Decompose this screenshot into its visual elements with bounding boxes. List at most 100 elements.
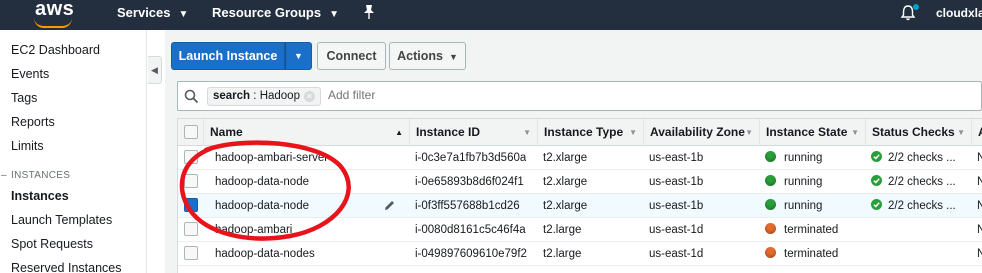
row-checkbox[interactable] — [184, 150, 198, 164]
add-filter-input[interactable] — [328, 88, 628, 102]
edit-icon[interactable] — [383, 199, 396, 212]
cell-alarm-status-text: N — [977, 248, 982, 260]
cell-name: hadoop-ambari — [215, 218, 292, 242]
column-header-instance-type[interactable]: Instance Type ▼ — [537, 119, 643, 146]
cell-instance-id-text: i-0f3ff557688b1cd26 — [415, 200, 520, 212]
cell-instance-state: terminated — [765, 242, 838, 266]
aws-logo-smile — [34, 18, 72, 28]
column-label: Instance Type — [544, 125, 624, 139]
sidebar-collapse-toggle[interactable]: ◀ — [148, 56, 162, 84]
row-checkbox[interactable] — [184, 222, 198, 236]
column-header-instance-state[interactable]: Instance State ▼ — [759, 119, 865, 146]
sidebar-section-instances[interactable]: – INSTANCES — [0, 170, 70, 181]
sidebar-item-tags[interactable]: Tags — [11, 91, 37, 105]
cell-alarm-status: N — [977, 194, 982, 218]
terminated-status-icon — [765, 223, 776, 234]
filter-bar[interactable]: search : Hadoop ✕ — [177, 81, 982, 111]
cell-availability-zone: us-east-1d — [649, 242, 703, 266]
cell-instance-state-text: terminated — [784, 224, 839, 236]
cell-availability-zone-text: us-east-1b — [649, 152, 704, 164]
table-row[interactable]: hadoop-ambari i-0080d8161c5c46f4a t2.large… — [178, 218, 982, 242]
cell-availability-zone: us-east-1d — [649, 218, 703, 242]
cell-instance-type: t2.xlarge — [543, 146, 587, 170]
column-header-status-checks[interactable]: Status Checks ▼ — [865, 119, 971, 146]
cell-status-checks: 2/2 checks ... — [871, 146, 956, 170]
sidebar-item-ec2-dashboard[interactable]: EC2 Dashboard — [11, 43, 100, 57]
notification-dot — [913, 4, 919, 10]
cell-instance-id: i-0080d8161c5c46f4a — [415, 218, 526, 242]
cell-instance-id: i-049897609610e79f2 — [415, 242, 527, 266]
user-menu[interactable]: cloudxlab — [936, 6, 982, 20]
cell-availability-zone-text: us-east-1b — [649, 200, 704, 212]
cell-instance-type-text: t2.xlarge — [543, 176, 588, 188]
chevron-down-icon: ▼ — [329, 9, 339, 20]
check-icon — [871, 199, 882, 210]
cell-alarm-status: N — [977, 146, 982, 170]
cell-availability-zone-text: us-east-1b — [649, 176, 704, 188]
table-row[interactable]: hadoop-data-node i-0f3ff557688b1cd26 t2.xl… — [178, 194, 982, 218]
chevron-down-icon: ▼ — [178, 9, 189, 20]
sort-asc-icon: ▲ — [395, 128, 403, 137]
cell-alarm-status: N — [977, 242, 982, 266]
cell-name-text: hadoop-ambari-server — [215, 152, 329, 164]
connect-button[interactable]: Connect — [317, 42, 386, 70]
cell-name: hadoop-data-node — [215, 194, 309, 218]
cell-instance-type-text: t2.xlarge — [543, 200, 588, 212]
filter-token-key: search — [213, 90, 251, 102]
chevron-down-icon: ▼ — [294, 51, 303, 61]
cell-instance-state-text: terminated — [784, 248, 839, 260]
filter-token[interactable]: search : Hadoop ✕ — [207, 87, 321, 106]
column-header-availability-zone[interactable]: Availability Zone ▼ — [643, 119, 759, 146]
instances-table: Name ▲ Instance ID ▼ Instance Type ▼ Availa… — [177, 118, 982, 273]
running-status-icon — [765, 199, 776, 210]
sidebar-item-limits[interactable]: Limits — [11, 139, 44, 153]
search-icon — [184, 89, 199, 104]
services-label: Services — [117, 5, 171, 20]
table-row[interactable]: hadoop-ambari-server i-0c3e7a1fb7b3d560a t… — [178, 146, 982, 170]
services-menu[interactable]: Services ▼ — [117, 5, 188, 20]
top-nav: aws Services▼ Resource Groups▼ cloudxlab — [0, 0, 982, 30]
actions-button[interactable]: Actions ▼ — [389, 42, 466, 70]
column-header-name[interactable]: Name ▲ — [203, 119, 409, 146]
cell-name-text: hadoop-data-nodes — [215, 248, 315, 260]
table-header: Name ▲ Instance ID ▼ Instance Type ▼ Availa… — [178, 118, 982, 146]
cell-availability-zone-text: us-east-1d — [649, 224, 704, 236]
cell-instance-type-text: t2.xlarge — [543, 152, 588, 164]
cell-instance-state-text: running — [784, 152, 823, 164]
column-header-instance-id[interactable]: Instance ID ▼ — [409, 119, 537, 146]
sidebar-item-launch-templates[interactable]: Launch Templates — [11, 213, 112, 227]
row-checkbox[interactable] — [184, 174, 198, 188]
launch-instance-button[interactable]: Launch Instance — [171, 42, 285, 70]
resource-groups-menu[interactable]: Resource Groups ▼ — [212, 5, 339, 20]
cell-name: hadoop-data-node — [215, 170, 309, 194]
sidebar-item-reports[interactable]: Reports — [11, 115, 55, 129]
close-icon[interactable]: ✕ — [303, 91, 315, 102]
main-content: Launch Instance ▼ Connect Actions ▼ searc… — [165, 30, 982, 273]
sidebar-item-spot-requests[interactable]: Spot Requests — [11, 237, 93, 251]
column-header-alarm-status[interactable]: A — [971, 119, 982, 146]
sidebar-item-reserved-instances[interactable]: Reserved Instances — [11, 261, 121, 273]
check-icon — [871, 175, 882, 186]
sidebar-section-label: INSTANCES — [11, 170, 71, 181]
row-checkbox[interactable] — [184, 246, 198, 260]
cell-instance-state: running — [765, 146, 822, 170]
column-label: Availability Zone — [650, 125, 745, 139]
cell-status-checks: 2/2 checks ... — [871, 194, 956, 218]
pin-icon[interactable] — [362, 4, 376, 20]
launch-instance-dropdown[interactable]: ▼ — [285, 42, 312, 70]
table-row[interactable]: hadoop-data-node i-0e65893b8d6f024f1 t2.xl… — [178, 170, 982, 194]
row-checkbox[interactable] — [184, 198, 198, 212]
table-row[interactable]: hadoop-data-nodes i-049897609610e79f2 t2.l… — [178, 242, 982, 266]
sidebar-item-events[interactable]: Events — [11, 67, 49, 81]
select-all-checkbox[interactable] — [184, 125, 198, 139]
cell-instance-state: running — [765, 170, 822, 194]
sort-icon: ▼ — [629, 128, 637, 137]
cell-status-checks-text: 2/2 checks ... — [888, 152, 956, 164]
sidebar-item-instances[interactable]: Instances — [11, 189, 69, 203]
cell-instance-id-text: i-0e65893b8d6f024f1 — [415, 176, 524, 188]
chevron-down-icon: ▼ — [448, 52, 458, 62]
chevron-left-icon: ◀ — [151, 65, 158, 75]
cell-status-checks-text: 2/2 checks ... — [888, 200, 956, 212]
cell-alarm-status-text: N — [977, 200, 982, 212]
cell-name: hadoop-data-nodes — [215, 242, 315, 266]
